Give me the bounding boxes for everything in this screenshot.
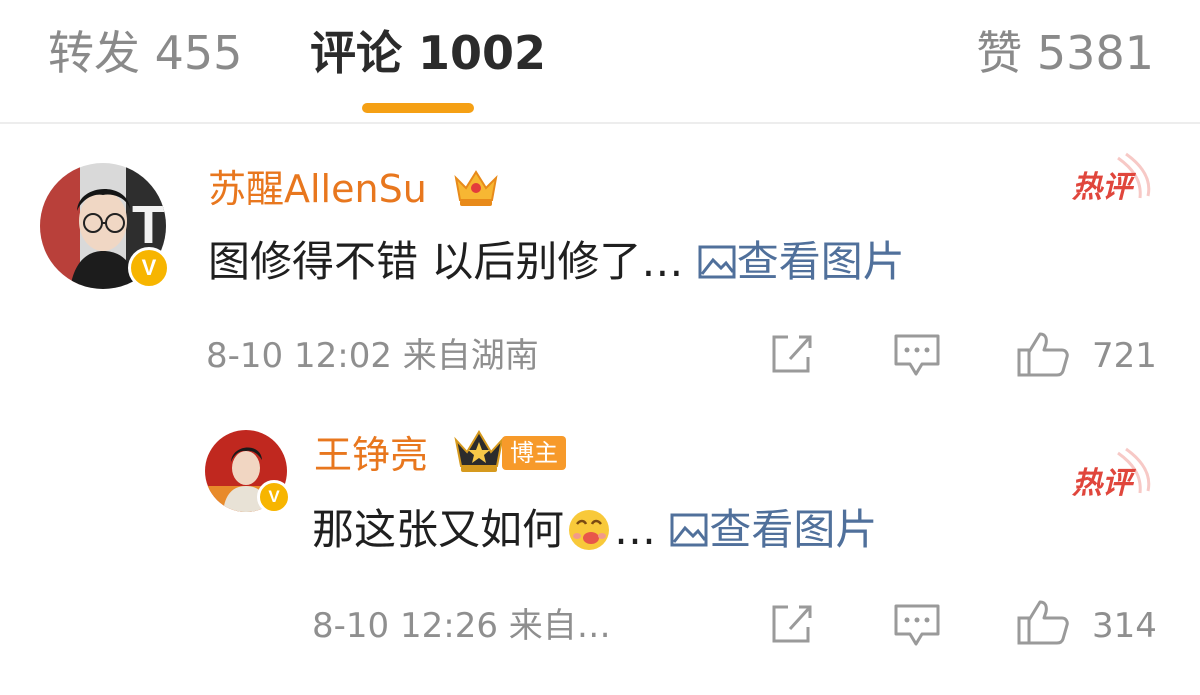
active-tab-indicator (362, 103, 474, 113)
comment-time-location: 8-10 12:02 来自湖南 (206, 336, 539, 376)
image-icon (698, 245, 736, 279)
tab-like[interactable]: 赞 5381 (976, 22, 1154, 84)
verified-icon: V (257, 480, 291, 514)
blogger-badge: 博主 (502, 436, 566, 470)
crown-icon (454, 170, 498, 206)
comment-tabs: 转发 455 评论 1002 赞 5381 (0, 0, 1200, 124)
avatar[interactable]: V (205, 430, 291, 514)
verified-icon: V (128, 247, 170, 289)
share-icon[interactable] (768, 332, 816, 376)
thumbs-up-icon[interactable] (1016, 330, 1070, 378)
username[interactable]: 苏醒AllenSu (208, 166, 427, 212)
thumbs-up-icon[interactable] (1016, 598, 1070, 646)
tab-comment[interactable]: 评论 1002 (310, 22, 546, 84)
view-image-link[interactable]: 查看图片 (697, 237, 905, 286)
username[interactable]: 王铮亮 (314, 432, 428, 478)
emoji-icon (569, 510, 610, 550)
svg-text:T: T (132, 195, 165, 255)
like-count: 314 (1092, 606, 1157, 646)
reply-icon[interactable] (892, 332, 942, 378)
image-icon (670, 513, 708, 547)
comment-ellipsis: … (614, 505, 657, 554)
comment-text-row: 那这张又如何 … 查看图片 (312, 502, 877, 558)
like-count: 721 (1092, 336, 1157, 376)
comment-text-row: 图修得不错 以后别修了… 查看图片 (208, 234, 905, 290)
hot-comment-label: 热评 (1072, 170, 1132, 205)
comment-time-location: 8-10 12:26 来自… (312, 606, 611, 646)
reply-icon[interactable] (892, 602, 942, 648)
tab-repost[interactable]: 转发 455 (48, 22, 242, 84)
crown-icon (454, 430, 504, 472)
avatar[interactable]: T V (40, 163, 170, 289)
hot-comment-label: 热评 (1072, 466, 1132, 501)
share-icon[interactable] (768, 602, 816, 646)
comment-text: 那这张又如何 (312, 505, 565, 554)
view-image-label: 查看图片 (709, 505, 878, 554)
comment-text: 图修得不错 以后别修了… (208, 237, 684, 286)
view-image-link[interactable]: 查看图片 (669, 505, 877, 554)
view-image-label: 查看图片 (736, 237, 905, 286)
